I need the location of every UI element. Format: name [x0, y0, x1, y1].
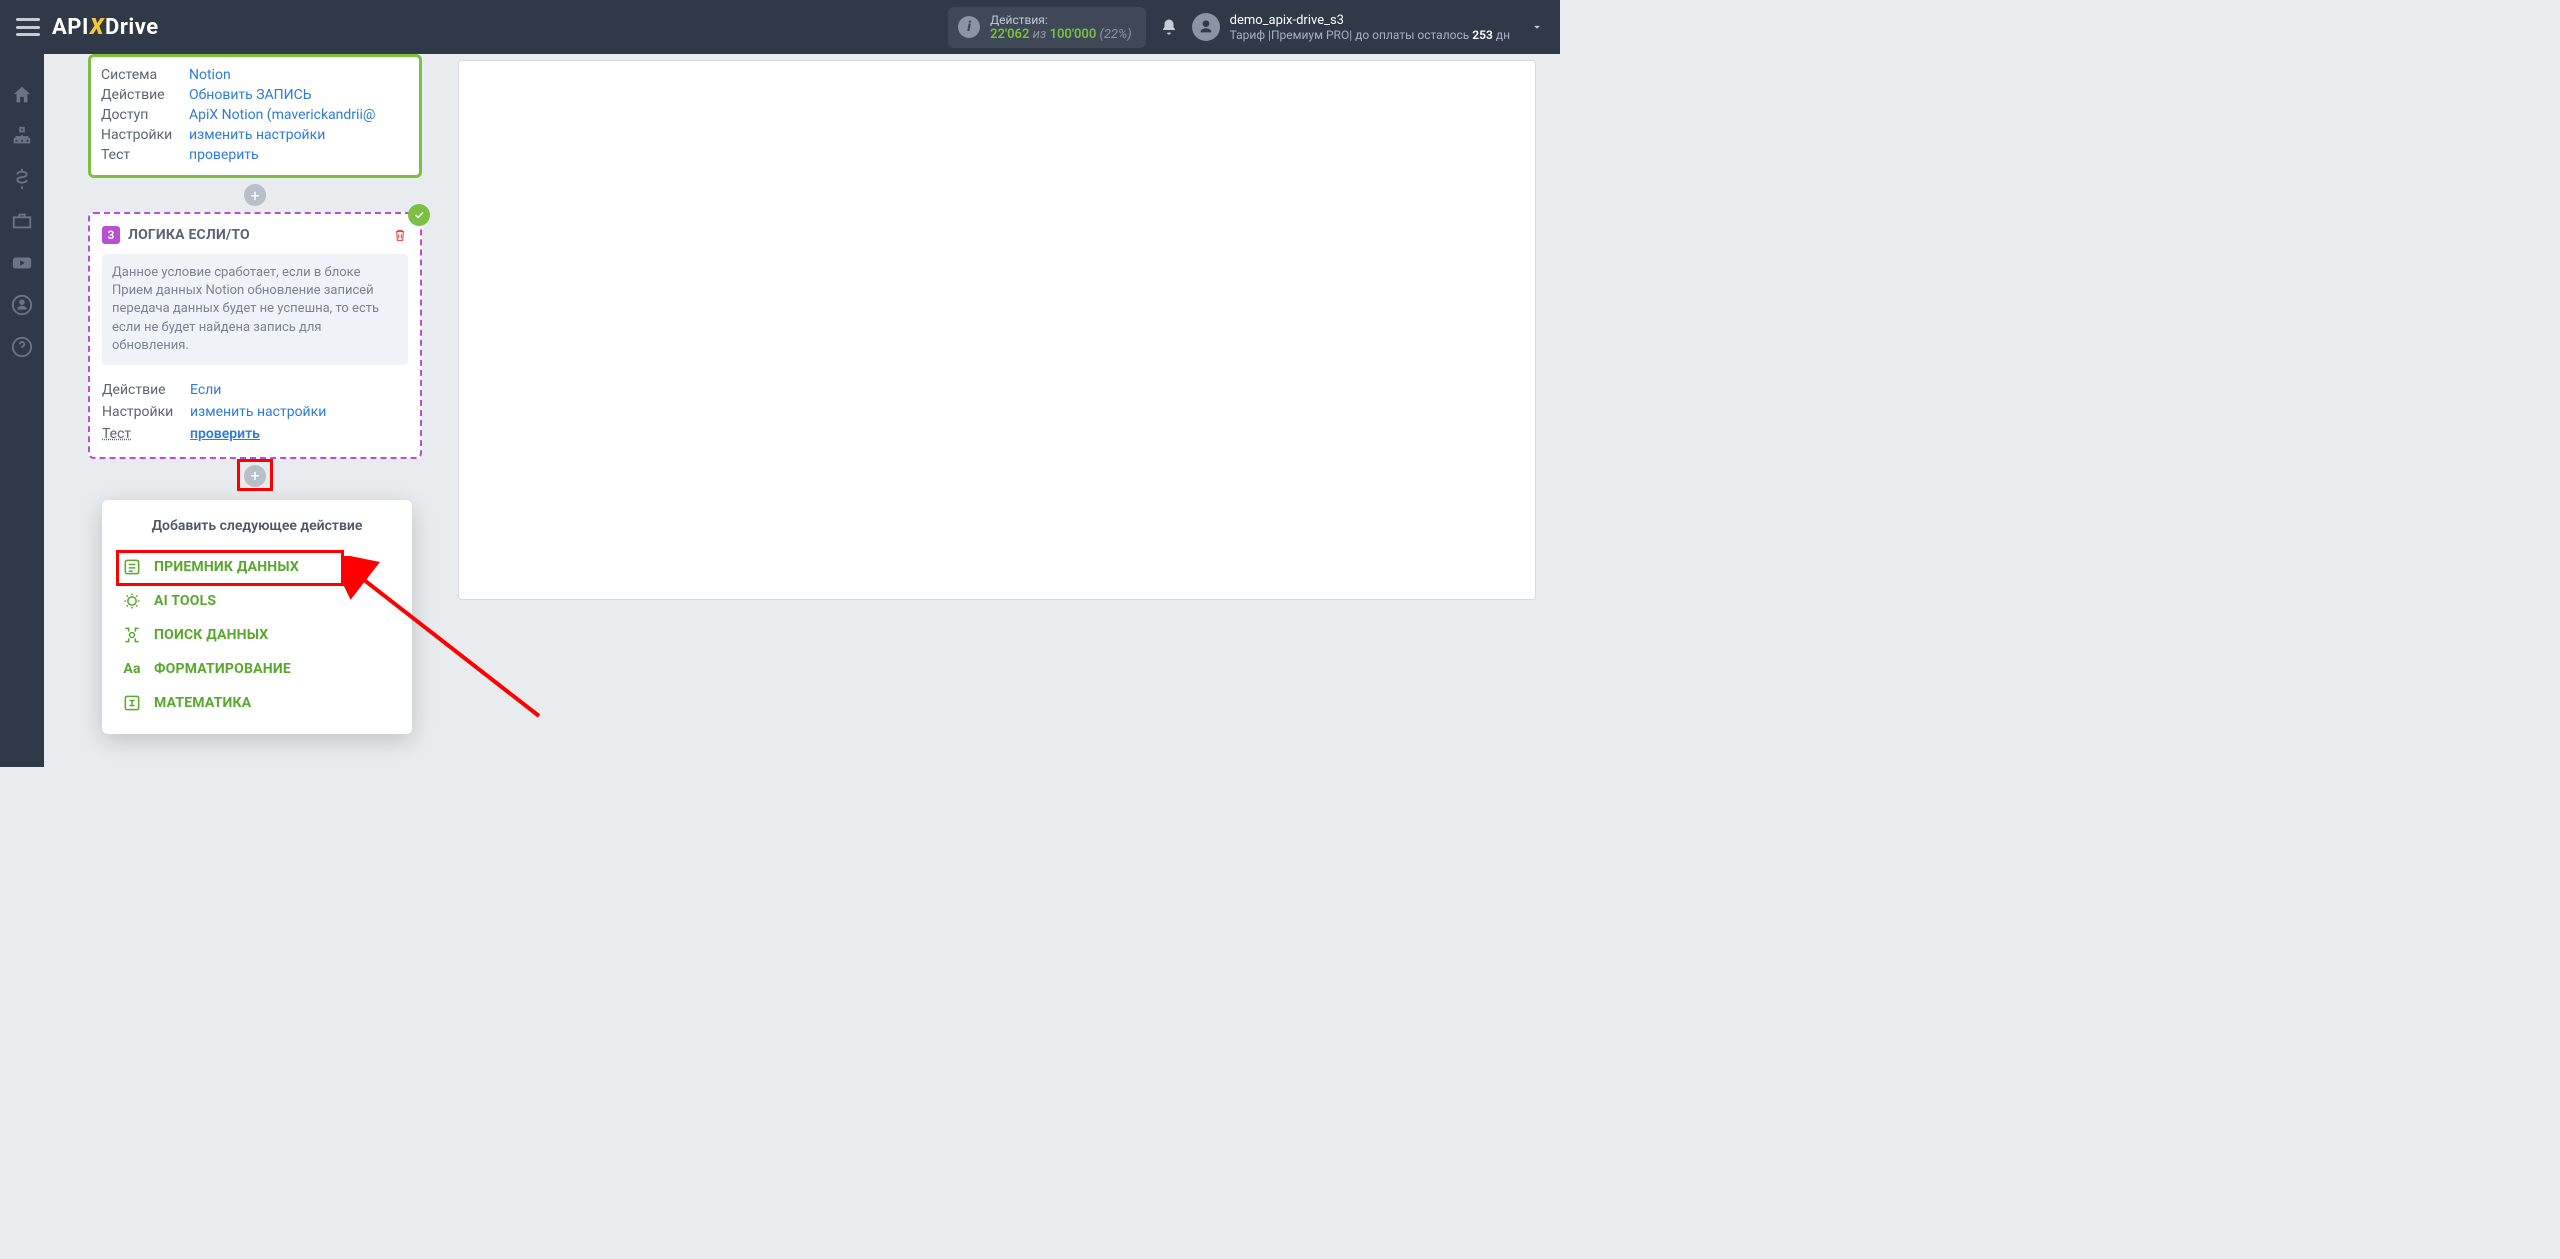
logic-value-action[interactable]: Если	[190, 382, 221, 398]
actions-pct: (22%)	[1100, 27, 1132, 42]
actions-of: из	[1033, 27, 1047, 42]
logic-label-settings: Настройки	[102, 404, 190, 420]
add-action-popup: Добавить следующее действие ПРИЕМНИК ДАН…	[102, 500, 412, 734]
annotation-highlight-item	[116, 550, 344, 586]
account-icon[interactable]	[11, 294, 33, 316]
briefcase-icon[interactable]	[11, 210, 33, 232]
top-bar: APIXDrive i Действия: 22'062 из 100'000 …	[0, 0, 1560, 54]
popup-title: Добавить следующее действие	[108, 518, 406, 534]
value-settings[interactable]: изменить настройки	[189, 127, 325, 143]
canvas-column	[458, 54, 1560, 767]
username: demo_apix-drive_s3	[1230, 13, 1510, 28]
format-icon: Aa	[122, 659, 142, 679]
billing-icon[interactable]	[11, 168, 33, 190]
user-menu[interactable]: demo_apix-drive_s3 Тариф |Премиум PRO| д…	[1192, 13, 1544, 42]
destination-block[interactable]: СистемаNotion ДействиеОбновить ЗАПИСЬ До…	[88, 54, 422, 178]
value-test[interactable]: проверить	[189, 147, 259, 163]
logic-title: ЛОГИКА ЕСЛИ/ТО	[128, 227, 250, 243]
actions-label: Действия:	[990, 13, 1132, 27]
value-access[interactable]: ApiX Notion (maverickandrii@	[189, 107, 375, 123]
logic-value-test[interactable]: проверить	[190, 426, 260, 442]
info-icon: i	[958, 16, 980, 38]
logic-block[interactable]: 3 ЛОГИКА ЕСЛИ/ТО Данное условие сработае…	[88, 212, 422, 459]
label-system: Система	[101, 67, 189, 83]
delete-icon[interactable]	[392, 227, 408, 243]
popup-item-label: МАТЕМАТИКА	[154, 695, 251, 711]
youtube-icon[interactable]	[11, 252, 33, 274]
popup-item-math[interactable]: МАТЕМАТИКА	[108, 686, 406, 720]
add-step-divider-2: +	[88, 465, 422, 487]
popup-item-label: ФОРМАТИРОВАНИЕ	[154, 661, 291, 677]
actions-counter[interactable]: i Действия: 22'062 из 100'000 (22%)	[948, 7, 1146, 48]
step-number: 3	[102, 226, 120, 244]
notifications-icon[interactable]	[1160, 18, 1178, 36]
home-icon[interactable]	[11, 84, 33, 106]
add-step-button-1[interactable]: +	[244, 184, 266, 206]
label-action: Действие	[101, 87, 189, 103]
logo-drive: Drive	[105, 15, 159, 40]
logo-api: API	[52, 15, 89, 40]
canvas-panel	[458, 60, 1536, 600]
logic-value-settings[interactable]: изменить настройки	[190, 404, 326, 420]
math-icon	[122, 693, 142, 713]
actions-used: 22'062	[990, 27, 1029, 42]
popup-item-ai[interactable]: AI TOOLS	[108, 584, 406, 618]
popup-item-search[interactable]: ПОИСК ДАННЫХ	[108, 618, 406, 652]
popup-item-format[interactable]: Aa ФОРМАТИРОВАНИЕ	[108, 652, 406, 686]
logic-label-test: Тест	[102, 426, 190, 442]
logo[interactable]: APIXDrive	[52, 15, 159, 40]
sidebar	[0, 54, 44, 767]
annotation-highlight-plus	[237, 459, 273, 491]
label-test: Тест	[101, 147, 189, 163]
success-badge-icon	[408, 204, 430, 226]
logo-x-icon: X	[90, 15, 104, 40]
label-settings: Настройки	[101, 127, 189, 143]
logic-description: Данное условие сработает, если в блоке П…	[102, 254, 408, 365]
popup-item-label: AI TOOLS	[154, 593, 216, 609]
actions-total: 100'000	[1050, 27, 1097, 42]
menu-toggle[interactable]	[16, 18, 40, 36]
add-step-divider-1: +	[88, 184, 422, 206]
search-data-icon	[122, 625, 142, 645]
logic-label-action: Действие	[102, 382, 190, 398]
connections-icon[interactable]	[11, 126, 33, 148]
popup-item-label: ПОИСК ДАННЫХ	[154, 627, 268, 643]
tariff-line: Тариф |Премиум PRO| до оплаты осталось 2…	[1230, 28, 1510, 42]
value-action[interactable]: Обновить ЗАПИСЬ	[189, 87, 312, 103]
avatar	[1192, 13, 1220, 41]
chevron-down-icon[interactable]	[1530, 20, 1544, 34]
ai-icon	[122, 591, 142, 611]
help-icon[interactable]	[11, 336, 33, 358]
label-access: Доступ	[101, 107, 189, 123]
value-system[interactable]: Notion	[189, 67, 231, 83]
